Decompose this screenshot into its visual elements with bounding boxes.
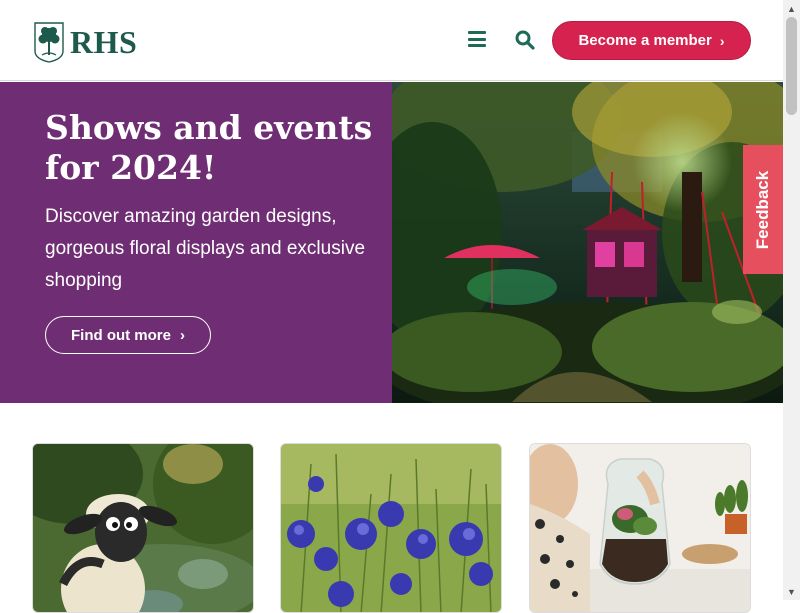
become-member-label: Become a member: [578, 32, 712, 49]
illuminated-garden-image: [392, 82, 783, 403]
agapanthus-flowers-image: [281, 444, 501, 612]
site-header: RHS Become a member ›: [0, 0, 783, 81]
logo-text: RHS: [70, 24, 138, 60]
chevron-right-icon: ›: [719, 32, 725, 49]
card-1[interactable]: [32, 443, 254, 613]
hero-image[interactable]: [392, 82, 783, 403]
rhs-logo[interactable]: RHS: [32, 20, 137, 64]
menu-button[interactable]: [468, 31, 486, 47]
card-3[interactable]: [529, 443, 751, 613]
card-2[interactable]: [280, 443, 502, 613]
scroll-up-arrow-icon[interactable]: ▲: [783, 0, 800, 17]
become-member-button[interactable]: Become a member ›: [552, 21, 751, 60]
child-terrarium-image: [530, 444, 750, 612]
find-out-more-button[interactable]: Find out more ›: [45, 316, 211, 354]
scroll-down-arrow-icon[interactable]: ▼: [783, 583, 800, 600]
feedback-tab[interactable]: Feedback: [743, 145, 783, 274]
feedback-label: Feedback: [753, 170, 772, 249]
find-out-more-label: Find out more: [71, 326, 171, 344]
hamburger-icon: [468, 31, 486, 34]
search-icon[interactable]: [514, 29, 536, 51]
scroll-thumb[interactable]: [786, 17, 797, 115]
vertical-scrollbar[interactable]: ▲ ▼: [783, 0, 800, 600]
hero-title: Shows and events for 2024!: [45, 108, 373, 187]
sheep-in-garden-image: [33, 444, 253, 612]
tree-logo-icon: [34, 22, 64, 63]
chevron-right-icon: ›: [180, 326, 185, 344]
hero-description: Discover amazing garden designs, gorgeou…: [45, 206, 366, 291]
